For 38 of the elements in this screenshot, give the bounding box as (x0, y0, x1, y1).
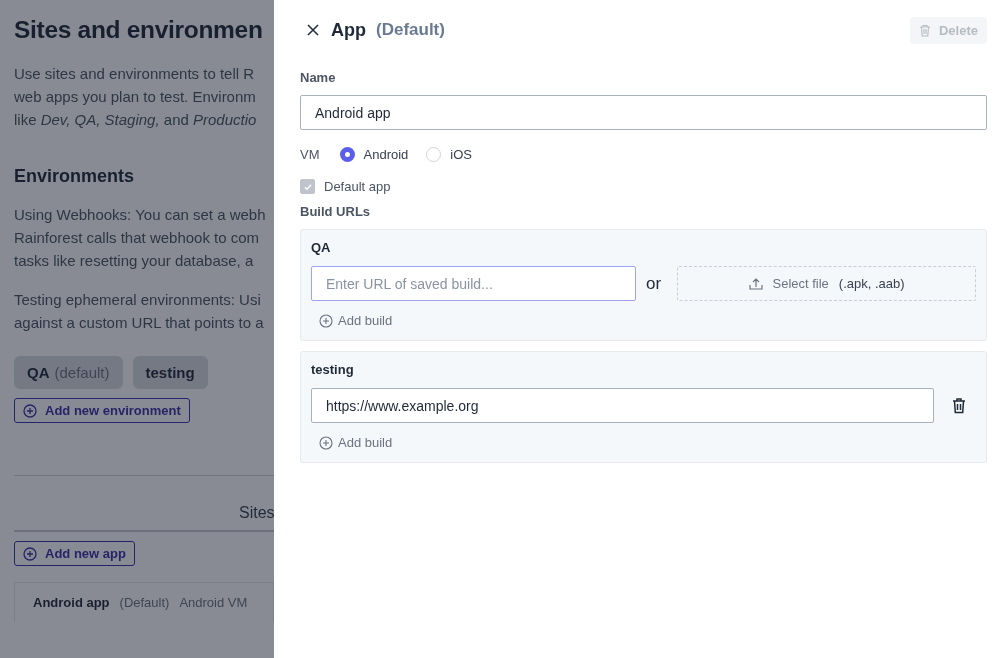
environment-name: testing (311, 362, 355, 377)
plus-circle-icon (319, 435, 333, 450)
trash-icon (918, 23, 931, 37)
section-heading: Environments (14, 165, 136, 187)
name-field[interactable]: Android app (300, 95, 987, 130)
add-build-button[interactable]: Add build (319, 435, 393, 450)
default-label: (Default) (119, 595, 170, 610)
add-build-button[interactable]: Add build (319, 313, 393, 328)
upload-icon (748, 276, 765, 291)
webhooks-text: Using Webhooks: You can set a webh Rainforest calls that webhook to com tasks like resetting your database, a (14, 205, 267, 271)
vm-label: VM (300, 147, 320, 162)
ephemeral-text: Testing ephemeral environments: Usi against a custom URL that points to a (14, 290, 265, 333)
add-environment-button[interactable]: Add new environment (14, 398, 190, 423)
app-row[interactable]: Android app (Default) Android VM (14, 582, 274, 622)
app-name: Android app (33, 595, 110, 610)
build-url-field[interactable]: Enter URL of saved build... (311, 266, 636, 301)
page-title: Sites and environmen (14, 15, 264, 45)
environment-name: QA (311, 240, 332, 255)
sites-tab[interactable]: Sites (239, 504, 274, 521)
plus-circle-icon (319, 313, 333, 328)
field-label: Name (300, 70, 337, 85)
select-file-button[interactable]: Select file (.apk, .aab) (677, 266, 976, 301)
checkmark-icon (302, 181, 313, 192)
close-icon[interactable] (307, 24, 319, 36)
or-label: or (646, 273, 662, 294)
build-url-field[interactable]: https://www.example.org (311, 388, 934, 423)
trash-icon[interactable] (952, 397, 966, 414)
add-app-button[interactable]: Add new app (14, 541, 135, 566)
vm-label: Android VM (179, 595, 248, 610)
panel-title: App (331, 19, 366, 41)
radio-option[interactable]: iOS (426, 147, 472, 162)
radio-option[interactable]: Android (339, 147, 409, 162)
plus-circle-icon (23, 403, 37, 418)
field-label: Build URLs (300, 204, 372, 219)
intro-text: Use sites and environments to tell R web apps you plan to test. Environm like Dev, QA, Staging, and Productio (14, 64, 258, 130)
panel-subtitle: (Default) (376, 20, 445, 40)
plus-circle-icon (23, 546, 37, 561)
environment-chip[interactable]: testing (132, 356, 208, 389)
